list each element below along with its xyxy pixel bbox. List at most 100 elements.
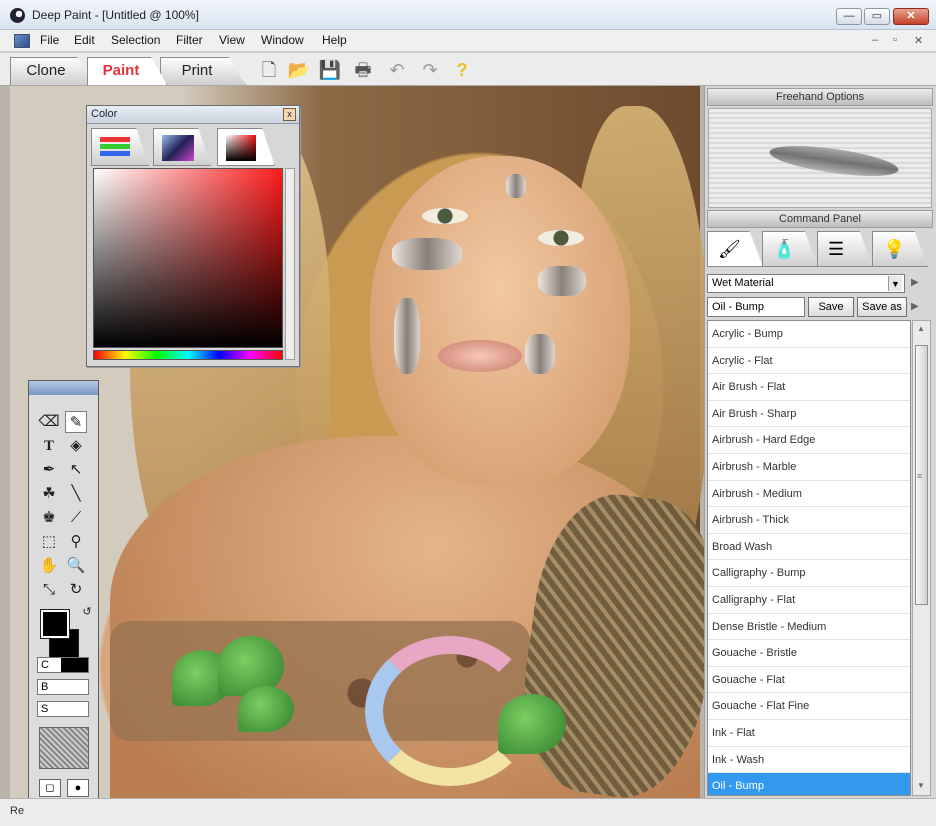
brush-list-item[interactable]: Acrylic - Flat: [708, 348, 910, 375]
paint-tube-icon[interactable]: 🧴: [762, 231, 818, 267]
scroll-up-icon[interactable]: ▲: [917, 324, 925, 333]
brush-list-item[interactable]: Airbrush - Marble: [708, 454, 910, 481]
brush-list-item[interactable]: Dense Bristle - Medium: [708, 614, 910, 641]
mdi-close-button[interactable]: ✕: [914, 34, 923, 47]
color-picker-area[interactable]: [93, 168, 283, 348]
marquee-icon[interactable]: ⬚: [38, 531, 60, 553]
transform-icon[interactable]: ⤡: [38, 579, 60, 601]
help-icon[interactable]: ?: [450, 59, 474, 81]
brush-list-item[interactable]: Oil - Bump: [708, 773, 910, 795]
close-icon[interactable]: x: [283, 108, 296, 121]
tools-panel: ⌫ ✎ T ◈ ✒ ↖ ☘ ╲ ♚ ⟋ ⬚ ⚲ ✋ 🔍 ⤡ ↻ ↺ C B S …: [28, 380, 99, 802]
tab-paint[interactable]: Paint: [87, 57, 167, 85]
brush-list-item[interactable]: Airbrush - Hard Edge: [708, 427, 910, 454]
swap-colors-icon[interactable]: ↺: [76, 601, 98, 623]
leaf: [238, 686, 294, 732]
expand-arrow-icon[interactable]: ▶: [911, 277, 919, 288]
brush-icon[interactable]: ✎: [65, 411, 87, 433]
rotate-icon[interactable]: ↻: [65, 579, 87, 601]
redo-icon[interactable]: ↷: [418, 59, 442, 81]
quick-mask-icon[interactable]: ●: [67, 779, 89, 797]
minimize-button[interactable]: —: [836, 8, 862, 25]
hue-slider[interactable]: [93, 350, 283, 360]
scroll-down-icon[interactable]: ▼: [917, 781, 925, 790]
brush-list-item[interactable]: Calligraphy - Flat: [708, 587, 910, 614]
brush-list-item[interactable]: Gouache - Flat Fine: [708, 693, 910, 720]
maximize-button[interactable]: ▭: [864, 8, 890, 25]
chevron-down-icon[interactable]: ▼: [888, 276, 902, 291]
brush-list-item[interactable]: Air Brush - Sharp: [708, 401, 910, 428]
menu-selection[interactable]: Selection: [111, 33, 160, 47]
color-panel-header[interactable]: Color x: [87, 106, 299, 124]
menu-edit[interactable]: Edit: [74, 33, 95, 47]
mdi-minimize-button[interactable]: –: [872, 34, 878, 46]
leaf: [498, 694, 566, 754]
menu-bar: File Edit Selection Filter View Window H…: [0, 30, 936, 52]
save-as-button[interactable]: Save as: [857, 297, 907, 317]
expand-arrow-icon[interactable]: ▶: [911, 301, 919, 312]
status-text: Re: [10, 805, 25, 817]
stamp-icon[interactable]: ♚: [38, 507, 60, 529]
color-panel-scrollbar[interactable]: [285, 168, 295, 360]
print-icon[interactable]: 🖶: [351, 59, 375, 81]
tab-print[interactable]: Print: [160, 57, 246, 85]
c-slider-fill: [60, 658, 88, 672]
menu-help[interactable]: Help: [322, 33, 347, 47]
toolbar: Clone Paint Print 🗋 📂 💾 🖶 ↶ ↷ ?: [0, 53, 936, 86]
layers-icon[interactable]: ☰: [817, 231, 873, 267]
rgb-sliders-icon[interactable]: [91, 128, 149, 166]
color-square-icon[interactable]: [217, 128, 275, 166]
foreground-color-swatch[interactable]: [40, 609, 70, 639]
save-icon[interactable]: 💾: [318, 59, 342, 81]
brush-list-item[interactable]: Airbrush - Thick: [708, 507, 910, 534]
lips: [438, 340, 522, 372]
menu-view[interactable]: View: [219, 33, 245, 47]
document-icon[interactable]: [14, 34, 30, 48]
material-dropdown[interactable]: Wet Material ▼: [707, 274, 905, 293]
texture-preview[interactable]: [39, 727, 89, 769]
menu-file[interactable]: File: [40, 33, 59, 47]
zoom-icon[interactable]: 🔍: [65, 555, 87, 577]
b-slider[interactable]: B: [37, 679, 89, 695]
freehand-options-header[interactable]: Freehand Options: [707, 88, 933, 106]
fill-bucket-icon[interactable]: ◈: [65, 435, 87, 457]
pen-icon[interactable]: ✒: [38, 459, 60, 481]
brush-list-item[interactable]: Gouache - Flat: [708, 667, 910, 694]
eraser-icon[interactable]: ⌫: [38, 411, 60, 433]
brush-list-item[interactable]: Broad Wash: [708, 534, 910, 561]
new-document-icon[interactable]: 🗋: [257, 59, 281, 81]
brush-list: Acrylic - Bump Acrylic - Flat Air Brush - …: [707, 320, 911, 796]
brush-list-item[interactable]: Air Brush - Flat: [708, 374, 910, 401]
open-folder-icon[interactable]: 📂: [287, 59, 311, 81]
brush-list-item[interactable]: Calligraphy - Bump: [708, 560, 910, 587]
arrow-select-icon[interactable]: ↖: [65, 459, 87, 481]
undo-icon[interactable]: ↶: [385, 59, 409, 81]
brush-list-item[interactable]: Ink - Wash: [708, 747, 910, 774]
wand-icon[interactable]: ⚲: [65, 531, 87, 553]
brush-icon[interactable]: 🖌: [707, 231, 763, 267]
brush-list-item[interactable]: Ink - Flat: [708, 720, 910, 747]
command-panel-header[interactable]: Command Panel: [707, 210, 933, 228]
menu-filter[interactable]: Filter: [176, 33, 203, 47]
menu-window[interactable]: Window: [261, 33, 304, 47]
color-wheel-icon[interactable]: [153, 128, 211, 166]
smudge-icon[interactable]: ☘: [38, 483, 60, 505]
tab-clone[interactable]: Clone: [10, 57, 94, 85]
c-slider[interactable]: C: [37, 657, 89, 673]
mdi-restore-button[interactable]: ▫: [893, 34, 897, 46]
line-icon[interactable]: ╲: [65, 483, 87, 505]
brush-list-item[interactable]: Acrylic - Bump: [708, 321, 910, 348]
brush-list-item[interactable]: Airbrush - Medium: [708, 481, 910, 508]
hand-icon[interactable]: ✋: [38, 555, 60, 577]
lightbulb-icon[interactable]: 💡: [872, 231, 928, 267]
brush-list-item[interactable]: Gouache - Bristle: [708, 640, 910, 667]
s-slider[interactable]: S: [37, 701, 89, 717]
text-icon[interactable]: T: [38, 435, 60, 457]
brush-list-scrollbar[interactable]: ▲ ≡ ▼: [912, 320, 931, 796]
close-button[interactable]: ✕: [893, 8, 929, 25]
tools-panel-grip[interactable]: [29, 381, 98, 395]
mask-mode-icon[interactable]: ◻: [39, 779, 61, 797]
preset-name-field[interactable]: Oil - Bump: [707, 297, 805, 317]
save-button[interactable]: Save: [808, 297, 854, 317]
eyedropper-icon[interactable]: ⟋: [65, 507, 87, 529]
